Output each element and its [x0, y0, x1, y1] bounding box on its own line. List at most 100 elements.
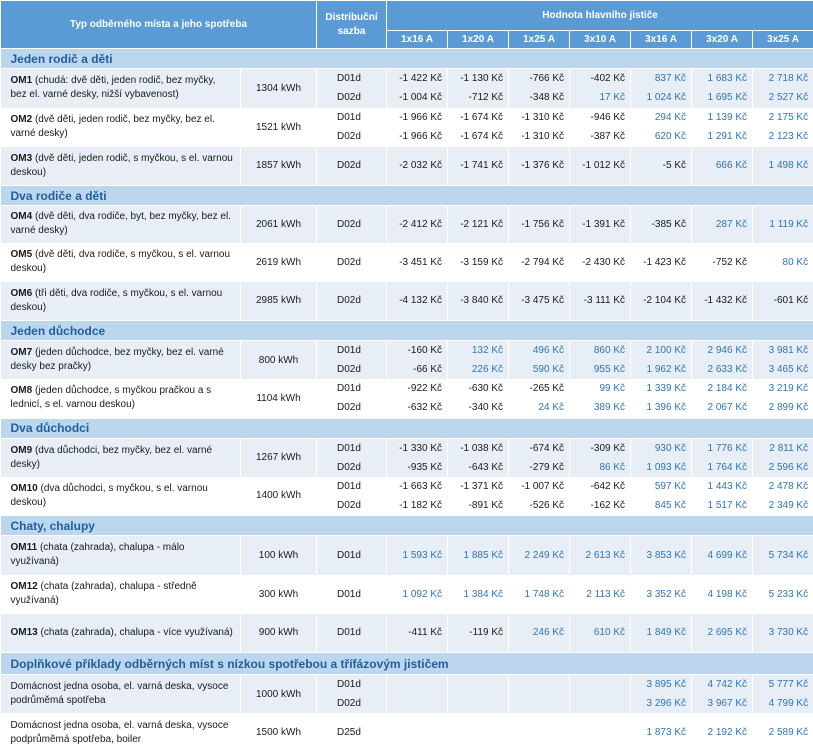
breaker-column-header: Hodnota hlavního jističe: [387, 1, 813, 31]
price-cell: [448, 713, 509, 752]
group-title: Chaty, chalupy: [1, 516, 813, 536]
price-value: 1 683 Kč: [692, 69, 747, 88]
price-cell: 1 593 Kč: [387, 536, 448, 575]
table-row: OM13 (chata (zahrada), chalupa - více vy…: [1, 614, 813, 653]
price-cell: -1 012 Kč: [570, 147, 631, 186]
price-value: 2 175 Kč: [753, 108, 808, 127]
price-cell: -1 966 Kč-1 966 Kč: [387, 108, 448, 147]
row-description: OM7 (jeden důchodce, bez myčky, bez el. …: [1, 341, 241, 380]
price-cell: -3 840 Kč: [448, 282, 509, 321]
tariff-code: D01d: [337, 546, 386, 565]
price-cell: 246 Kč: [509, 614, 570, 653]
price-value: 3 296 Kč: [631, 694, 686, 713]
tariff-code: D02d: [337, 496, 386, 515]
tariff-code: D01d: [337, 675, 386, 694]
price-cell: 1 873 Kč: [631, 713, 692, 752]
row-code: OM10: [11, 483, 38, 494]
price-value: 1 291 Kč: [692, 127, 747, 146]
price-cell: 1 119 Kč: [753, 206, 813, 243]
price-value: -4 132 Kč: [387, 291, 442, 310]
price-cell: 3 219 Kč2 899 Kč: [753, 379, 813, 418]
tariff-code: D01d: [337, 341, 386, 360]
price-value: [570, 675, 625, 694]
price-cell: -1 007 Kč-526 Kč: [509, 477, 570, 516]
price-value: -2 794 Kč: [509, 253, 564, 272]
price-value: 5 777 Kč: [753, 675, 808, 694]
price-value: 1 849 Kč: [631, 623, 686, 642]
price-cell: -601 Kč: [753, 282, 813, 321]
tariff-code: D01d: [337, 69, 386, 88]
price-value: 2 811 Kč: [753, 439, 808, 458]
price-value: [448, 723, 503, 742]
row-description: OM6 (tři děti, dva rodiče, s myčkou, s e…: [1, 282, 241, 321]
row-tariff: D01dD02d: [317, 675, 387, 714]
price-value: -1 371 Kč: [448, 477, 503, 496]
price-value: -632 Kč: [387, 398, 442, 417]
price-value: 1 119 Kč: [753, 215, 808, 234]
tariff-code: D01d: [337, 379, 386, 398]
row-code: OM12: [11, 581, 38, 592]
price-cell: -1 674 Kč-1 674 Kč: [448, 108, 509, 147]
price-value: [387, 694, 442, 713]
row-code: OM4: [11, 211, 33, 222]
price-value: 1 384 Kč: [448, 585, 503, 604]
price-value: 597 Kč: [631, 477, 686, 496]
row-tariff: D01dD02d: [317, 341, 387, 380]
price-value: -1 130 Kč: [448, 69, 503, 88]
row-consumption: 1521 kWh: [241, 108, 317, 147]
tariff-code: D01d: [337, 623, 386, 642]
row-consumption: 1304 kWh: [241, 69, 317, 108]
price-value: 2 192 Kč: [692, 723, 747, 742]
price-value: 1 885 Kč: [448, 546, 503, 565]
price-cell: -411 Kč: [387, 614, 448, 653]
price-value: -402 Kč: [570, 69, 625, 88]
row-description-text: Domácnost jedna osoba, el. varná deska, …: [11, 720, 229, 745]
price-cell: -2 412 Kč: [387, 206, 448, 243]
price-cell: [570, 713, 631, 752]
price-cell: -922 Kč-632 Kč: [387, 379, 448, 418]
price-cell: 666 Kč: [692, 147, 753, 186]
price-cell: -1 391 Kč: [570, 206, 631, 243]
row-tariff: D02d: [317, 282, 387, 321]
row-consumption: 1400 kWh: [241, 477, 317, 516]
price-value: -119 Kč: [448, 623, 503, 642]
price-cell: 5 233 Kč: [753, 575, 813, 614]
row-code: OM5: [11, 249, 33, 260]
price-value: -385 Kč: [631, 215, 686, 234]
price-value: 2 589 Kč: [753, 723, 808, 742]
price-value: -162 Kč: [570, 496, 625, 515]
price-value: -674 Kč: [509, 439, 564, 458]
price-value: -1 012 Kč: [570, 156, 625, 175]
price-value: -309 Kč: [570, 439, 625, 458]
price-value: 2 249 Kč: [509, 546, 564, 565]
group-row: Doplňkové příklady odběrných míst s nízk…: [1, 653, 813, 675]
price-cell: 4 699 Kč: [692, 536, 753, 575]
price-cell: 294 Kč620 Kč: [631, 108, 692, 147]
price-value: -1 422 Kč: [387, 69, 442, 88]
price-value: -2 121 Kč: [448, 215, 503, 234]
price-cell: [570, 675, 631, 714]
price-cell: -309 Kč86 Kč: [570, 438, 631, 477]
price-value: 1 776 Kč: [692, 439, 747, 458]
price-value: 3 219 Kč: [753, 379, 808, 398]
price-cell: -1 741 Kč: [448, 147, 509, 186]
row-tariff: D25d: [317, 713, 387, 752]
price-cell: -2 430 Kč: [570, 243, 631, 282]
price-value: -160 Kč: [387, 341, 442, 360]
tariff-code: D02d: [337, 88, 386, 107]
price-value: -279 Kč: [509, 458, 564, 477]
price-value: -2 412 Kč: [387, 215, 442, 234]
price-value: [570, 694, 625, 713]
price-value: -1 310 Kč: [509, 127, 564, 146]
price-cell: -2 032 Kč: [387, 147, 448, 186]
row-description: OM12 (chata (zahrada), chalupa - středně…: [1, 575, 241, 614]
row-consumption: 900 kWh: [241, 614, 317, 653]
price-value: -1 674 Kč: [448, 127, 503, 146]
price-cell: -3 475 Kč: [509, 282, 570, 321]
price-value: [448, 694, 503, 713]
price-value: 955 Kč: [570, 360, 625, 379]
tariff-code: D02d: [337, 458, 386, 477]
price-cell: 496 Kč590 Kč: [509, 341, 570, 380]
row-tariff: D02d: [317, 243, 387, 282]
price-cell: 3 895 Kč3 296 Kč: [631, 675, 692, 714]
